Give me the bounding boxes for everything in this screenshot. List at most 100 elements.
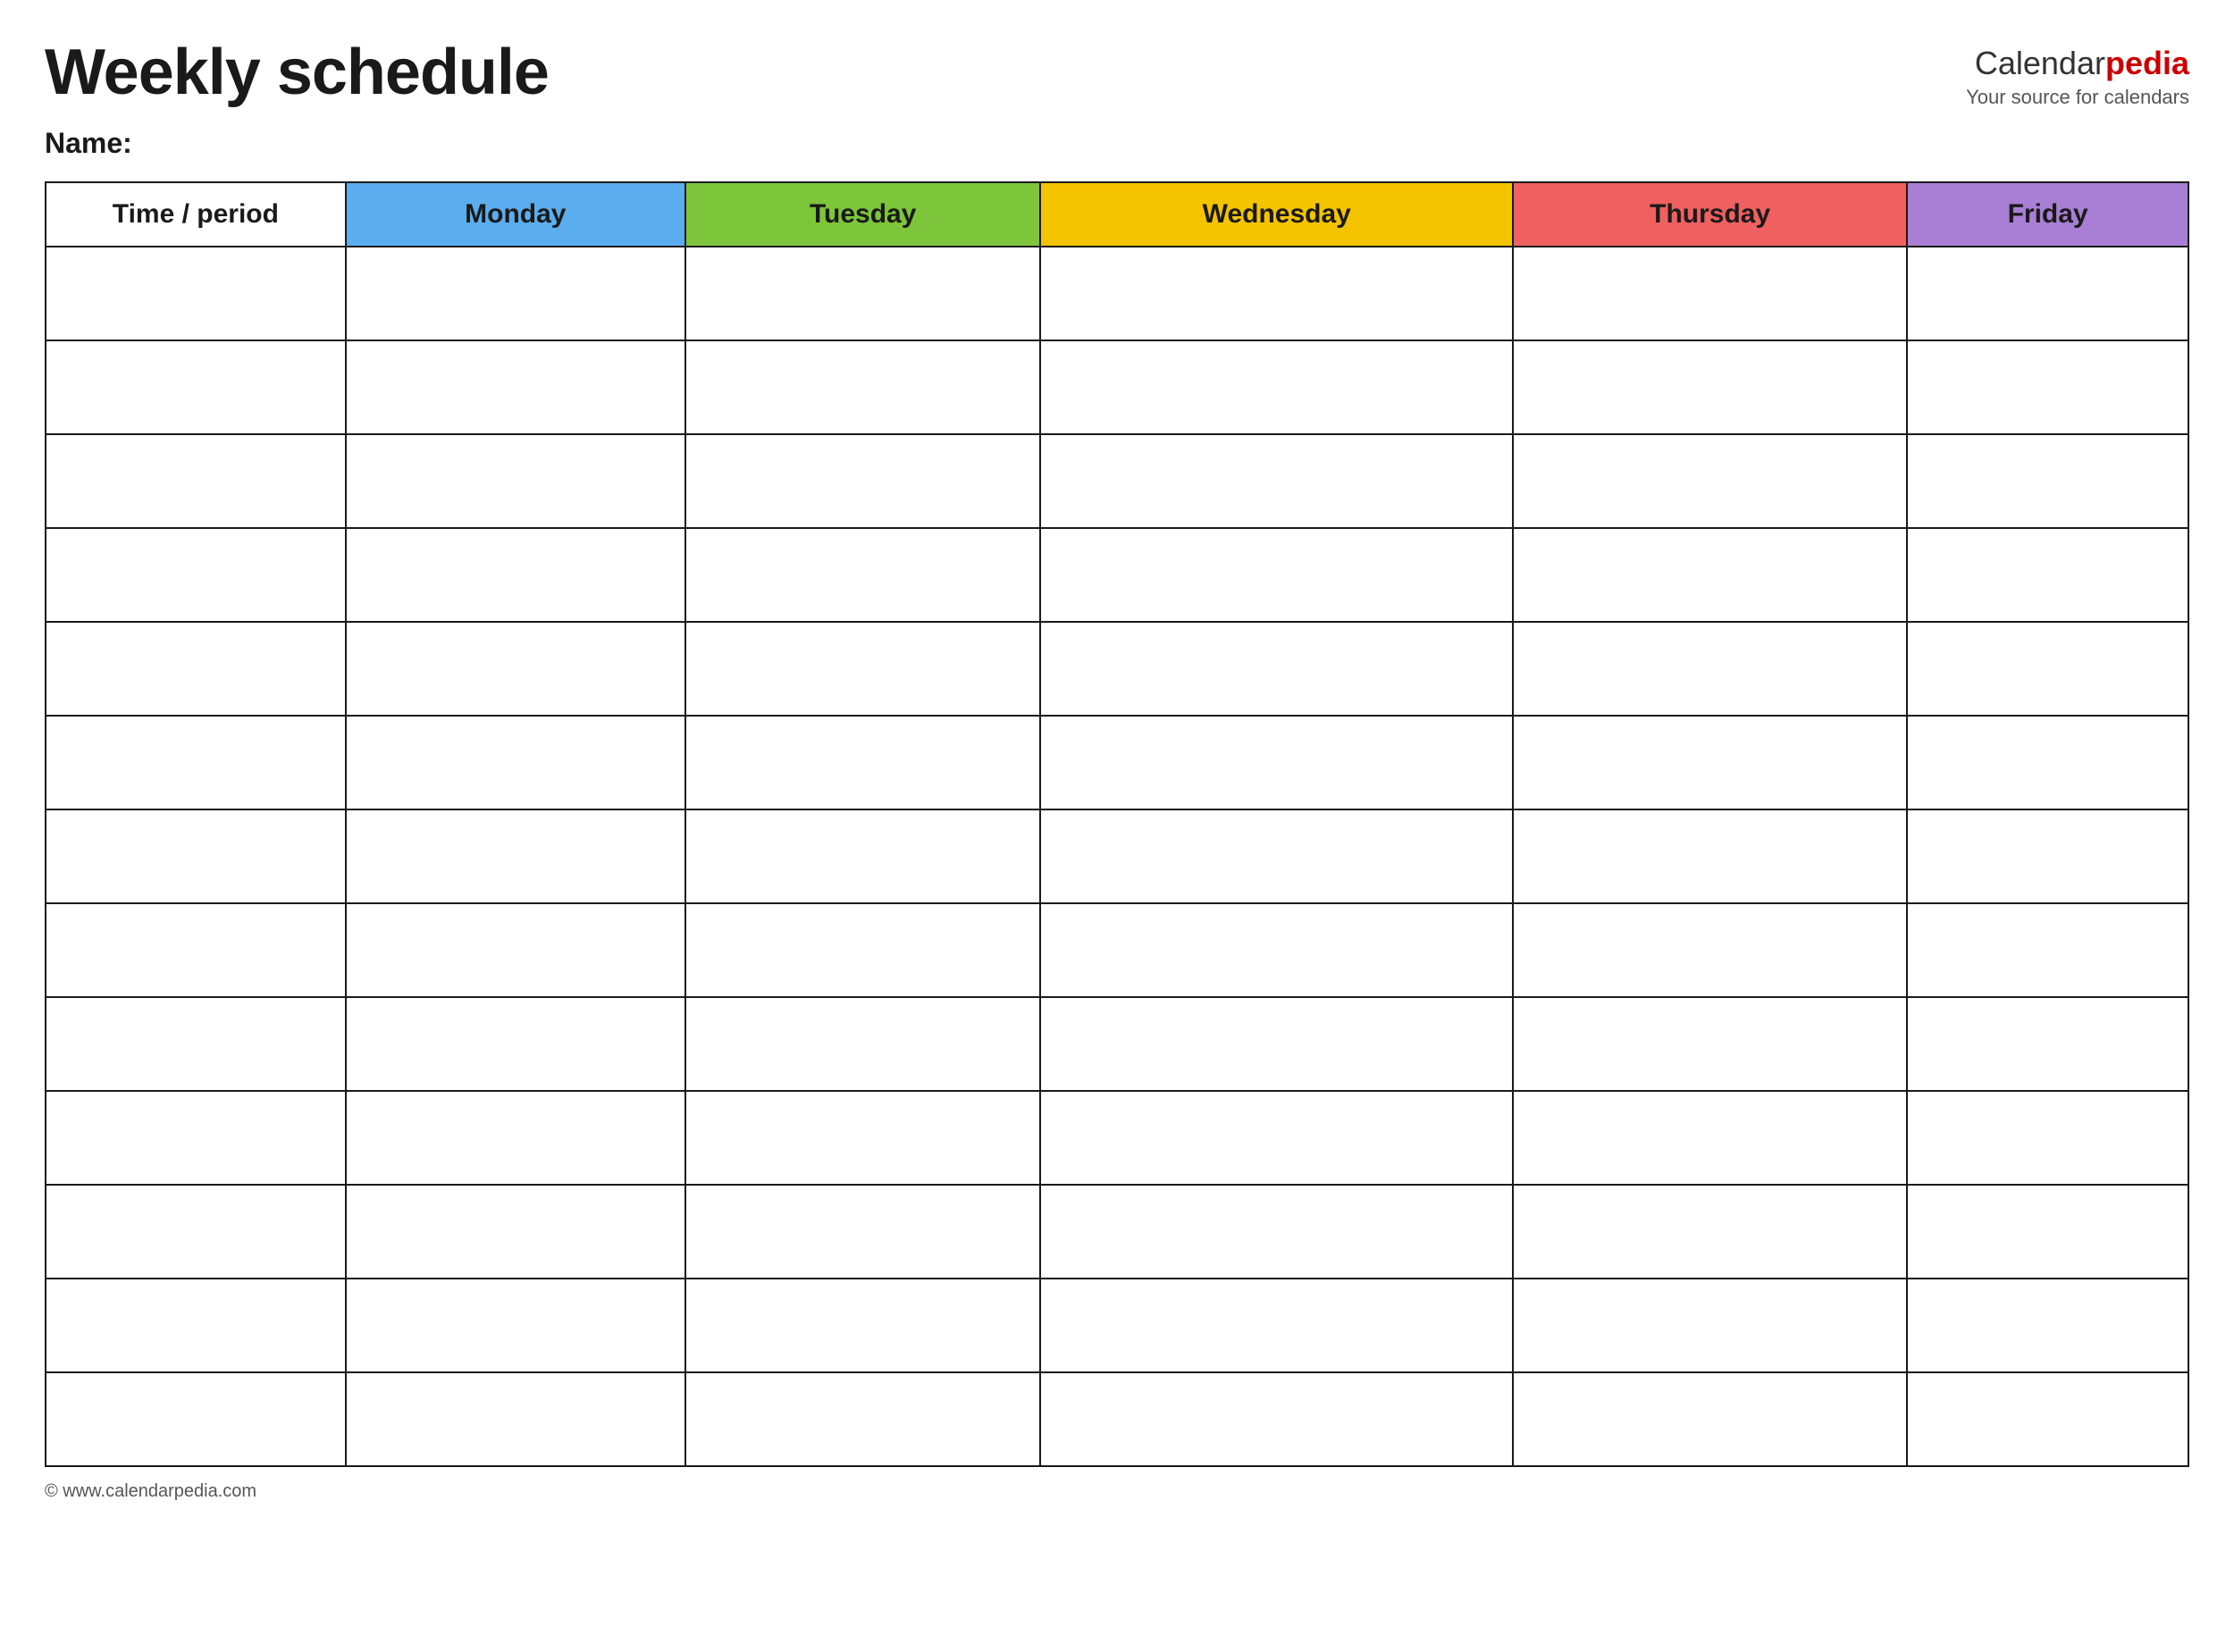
cell-row4-col2[interactable] [685, 622, 1041, 716]
name-label: Name: [45, 127, 132, 159]
table-row [46, 340, 2188, 434]
cell-row12-col3[interactable] [1040, 1372, 1513, 1466]
cell-row10-col0[interactable] [46, 1185, 346, 1279]
cell-row12-col4[interactable] [1513, 1372, 1907, 1466]
cell-row6-col3[interactable] [1040, 809, 1513, 903]
cell-row8-col3[interactable] [1040, 997, 1513, 1091]
col-header-wednesday: Wednesday [1040, 182, 1513, 247]
cell-row1-col1[interactable] [346, 340, 685, 434]
cell-row8-col5[interactable] [1907, 997, 2188, 1091]
cell-row6-col5[interactable] [1907, 809, 2188, 903]
cell-row6-col1[interactable] [346, 809, 685, 903]
cell-row0-col0[interactable] [46, 247, 346, 340]
cell-row10-col1[interactable] [346, 1185, 685, 1279]
cell-row11-col5[interactable] [1907, 1279, 2188, 1372]
cell-row0-col5[interactable] [1907, 247, 2188, 340]
cell-row4-col0[interactable] [46, 622, 346, 716]
cell-row3-col2[interactable] [685, 528, 1041, 622]
logo: Calendarpedia Your source for calendars [1966, 36, 2189, 109]
cell-row9-col5[interactable] [1907, 1091, 2188, 1185]
table-row [46, 1279, 2188, 1372]
cell-row10-col2[interactable] [685, 1185, 1041, 1279]
col-header-thursday: Thursday [1513, 182, 1907, 247]
logo-text: Calendarpedia [1966, 45, 2189, 82]
cell-row4-col1[interactable] [346, 622, 685, 716]
cell-row0-col3[interactable] [1040, 247, 1513, 340]
cell-row7-col2[interactable] [685, 903, 1041, 997]
cell-row8-col0[interactable] [46, 997, 346, 1091]
table-row [46, 809, 2188, 903]
cell-row9-col2[interactable] [685, 1091, 1041, 1185]
cell-row7-col1[interactable] [346, 903, 685, 997]
table-row [46, 1091, 2188, 1185]
cell-row1-col0[interactable] [46, 340, 346, 434]
cell-row1-col3[interactable] [1040, 340, 1513, 434]
cell-row4-col5[interactable] [1907, 622, 2188, 716]
cell-row10-col3[interactable] [1040, 1185, 1513, 1279]
cell-row2-col5[interactable] [1907, 434, 2188, 528]
cell-row3-col3[interactable] [1040, 528, 1513, 622]
cell-row2-col3[interactable] [1040, 434, 1513, 528]
schedule-body [46, 247, 2188, 1466]
cell-row11-col0[interactable] [46, 1279, 346, 1372]
cell-row1-col2[interactable] [685, 340, 1041, 434]
cell-row0-col2[interactable] [685, 247, 1041, 340]
cell-row9-col3[interactable] [1040, 1091, 1513, 1185]
logo-calendar: Calendar [1975, 45, 2105, 81]
page-title: Weekly schedule [45, 36, 549, 109]
cell-row11-col1[interactable] [346, 1279, 685, 1372]
cell-row1-col5[interactable] [1907, 340, 2188, 434]
cell-row2-col1[interactable] [346, 434, 685, 528]
cell-row12-col2[interactable] [685, 1372, 1041, 1466]
cell-row0-col1[interactable] [346, 247, 685, 340]
cell-row6-col4[interactable] [1513, 809, 1907, 903]
cell-row5-col4[interactable] [1513, 716, 1907, 809]
cell-row12-col1[interactable] [346, 1372, 685, 1466]
cell-row9-col1[interactable] [346, 1091, 685, 1185]
cell-row8-col4[interactable] [1513, 997, 1907, 1091]
cell-row4-col3[interactable] [1040, 622, 1513, 716]
col-header-time: Time / period [46, 182, 346, 247]
table-row [46, 997, 2188, 1091]
cell-row8-col2[interactable] [685, 997, 1041, 1091]
cell-row10-col5[interactable] [1907, 1185, 2188, 1279]
cell-row10-col4[interactable] [1513, 1185, 1907, 1279]
cell-row3-col1[interactable] [346, 528, 685, 622]
cell-row6-col0[interactable] [46, 809, 346, 903]
cell-row9-col0[interactable] [46, 1091, 346, 1185]
cell-row4-col4[interactable] [1513, 622, 1907, 716]
cell-row11-col3[interactable] [1040, 1279, 1513, 1372]
cell-row11-col2[interactable] [685, 1279, 1041, 1372]
cell-row12-col5[interactable] [1907, 1372, 2188, 1466]
page-header: Weekly schedule Calendarpedia Your sourc… [45, 36, 2189, 109]
cell-row5-col3[interactable] [1040, 716, 1513, 809]
cell-row0-col4[interactable] [1513, 247, 1907, 340]
cell-row12-col0[interactable] [46, 1372, 346, 1466]
cell-row2-col2[interactable] [685, 434, 1041, 528]
cell-row7-col5[interactable] [1907, 903, 2188, 997]
cell-row2-col4[interactable] [1513, 434, 1907, 528]
cell-row11-col4[interactable] [1513, 1279, 1907, 1372]
cell-row7-col3[interactable] [1040, 903, 1513, 997]
logo-pedia: pedia [2105, 45, 2189, 81]
cell-row8-col1[interactable] [346, 997, 685, 1091]
cell-row9-col4[interactable] [1513, 1091, 1907, 1185]
cell-row7-col4[interactable] [1513, 903, 1907, 997]
cell-row5-col1[interactable] [346, 716, 685, 809]
name-row: Name: [45, 127, 2189, 160]
table-row [46, 1185, 2188, 1279]
cell-row5-col0[interactable] [46, 716, 346, 809]
cell-row7-col0[interactable] [46, 903, 346, 997]
cell-row2-col0[interactable] [46, 434, 346, 528]
col-header-friday: Friday [1907, 182, 2188, 247]
copyright-text: © www.calendarpedia.com [45, 1481, 256, 1501]
cell-row3-col4[interactable] [1513, 528, 1907, 622]
cell-row3-col5[interactable] [1907, 528, 2188, 622]
cell-row3-col0[interactable] [46, 528, 346, 622]
cell-row6-col2[interactable] [685, 809, 1041, 903]
cell-row5-col5[interactable] [1907, 716, 2188, 809]
cell-row1-col4[interactable] [1513, 340, 1907, 434]
footer: © www.calendarpedia.com [45, 1481, 2189, 1502]
table-row [46, 434, 2188, 528]
cell-row5-col2[interactable] [685, 716, 1041, 809]
